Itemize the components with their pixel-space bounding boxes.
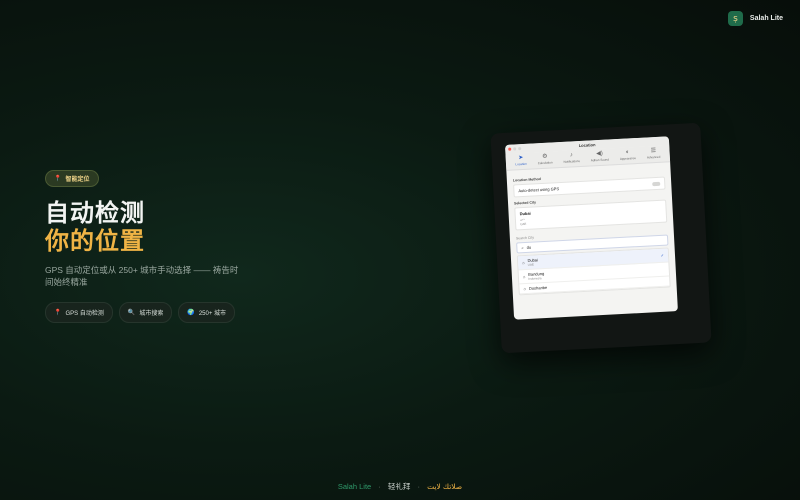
auto-detect-toggle[interactable] (652, 181, 661, 186)
tab-appearance[interactable]: ◐ Appearance (619, 149, 636, 161)
chip-gps: 📍 GPS 自动检测 (45, 302, 113, 323)
chip-cities: 🌍 250+ 城市 (178, 302, 235, 323)
search-value: du (526, 244, 532, 250)
location-pane: Location Method Auto-detect using GPS Se… (506, 162, 677, 299)
headline-line1: 自动检测 (45, 200, 145, 227)
location-arrow-icon: ➤ (518, 154, 524, 162)
tab-label: Advanced (646, 154, 661, 160)
feature-tag-label: 智能定位 (65, 177, 90, 183)
tab-label: Appearance (619, 156, 637, 161)
tab-advanced[interactable]: ☰ Advanced (646, 148, 661, 160)
globe-icon: 🌍 (187, 310, 195, 316)
tab-label: Location (515, 161, 527, 167)
tab-label: Adhan Sound (590, 157, 610, 163)
app-logo-icon: ṣ (727, 11, 743, 26)
pin-icon: 📍 (54, 176, 62, 182)
feature-chips: 📍 GPS 自动检测 🔍 城市搜索 🌍 250+ 城市 (45, 302, 255, 323)
tab-location[interactable]: ➤ Location (515, 154, 527, 167)
city-icon: ⌂ (522, 260, 525, 266)
tab-notifications[interactable]: ♪ Notifications (563, 152, 580, 164)
search-results: ⌂ Dubai UAE ✓ ⌂ Bandung Indonesia ⌂ Dush… (516, 247, 671, 296)
tab-calculation[interactable]: ⚙ Calculation (537, 153, 553, 166)
list-icon: ☰ (650, 148, 657, 155)
chip-label: 城市搜索 (139, 311, 164, 317)
tab-adhan-sound[interactable]: ◀) Adhan Sound (590, 150, 610, 163)
tab-label: Notifications (563, 159, 580, 164)
checkmark-icon: ✓ (660, 252, 665, 258)
subtitle: GPS 自动定位或从 250+ 城市手动选择 —— 祷告时间始终精准 (45, 265, 239, 287)
chip-label: 250+ 城市 (198, 311, 226, 317)
footer-separator: · (417, 482, 420, 491)
footer: Salah Lite · 轻礼拜 · صلاتك لايت (0, 481, 800, 492)
footer-separator: · (378, 482, 381, 491)
feature-tag: 📍 智能定位 (45, 170, 99, 187)
chip-search: 🔍 城市搜索 (118, 302, 173, 323)
result-name: Dushanbe (528, 284, 548, 291)
zoom-window-button[interactable] (518, 147, 522, 151)
minimize-window-button[interactable] (513, 147, 517, 151)
hero-section: 📍 智能定位 自动检测 你的位置 GPS 自动定位或从 250+ 城市手动选择 … (45, 167, 255, 323)
headline-line2: 你的位置 (45, 228, 145, 255)
magnifier-icon: 🔍 (127, 310, 136, 316)
close-window-button[interactable] (508, 147, 512, 151)
speaker-icon: ◀) (596, 150, 604, 158)
bell-icon: ♪ (569, 152, 574, 159)
footer-chinese-name: 轻礼拜 (387, 482, 411, 491)
brand: ṣ Salah Lite (727, 11, 783, 26)
settings-window: Location ➤ Location ⚙ Calculation ♪ Noti… (504, 136, 678, 320)
gear-icon: ⚙ (542, 153, 548, 160)
brand-name: Salah Lite (749, 15, 783, 22)
pin-icon: 📍 (54, 310, 62, 316)
search-icon: ⌕ (521, 245, 524, 251)
footer-app-name: Salah Lite (337, 482, 372, 491)
result-country: Indonesia (528, 276, 542, 281)
screenshot-frame: Location ➤ Location ⚙ Calculation ♪ Noti… (490, 122, 712, 354)
tab-label: Calculation (537, 160, 553, 166)
footer-arabic-name: صلاتك لايت (427, 482, 463, 491)
city-icon: ⌂ (523, 285, 527, 292)
auto-detect-label: Auto-detect using GPS (518, 186, 560, 194)
chip-label: GPS 自动检测 (65, 311, 104, 317)
result-country: UAE (527, 262, 534, 267)
palette-icon: ◐ (625, 149, 630, 156)
city-icon: ⌂ (522, 274, 526, 280)
headline: 自动检测 你的位置 (45, 200, 255, 256)
